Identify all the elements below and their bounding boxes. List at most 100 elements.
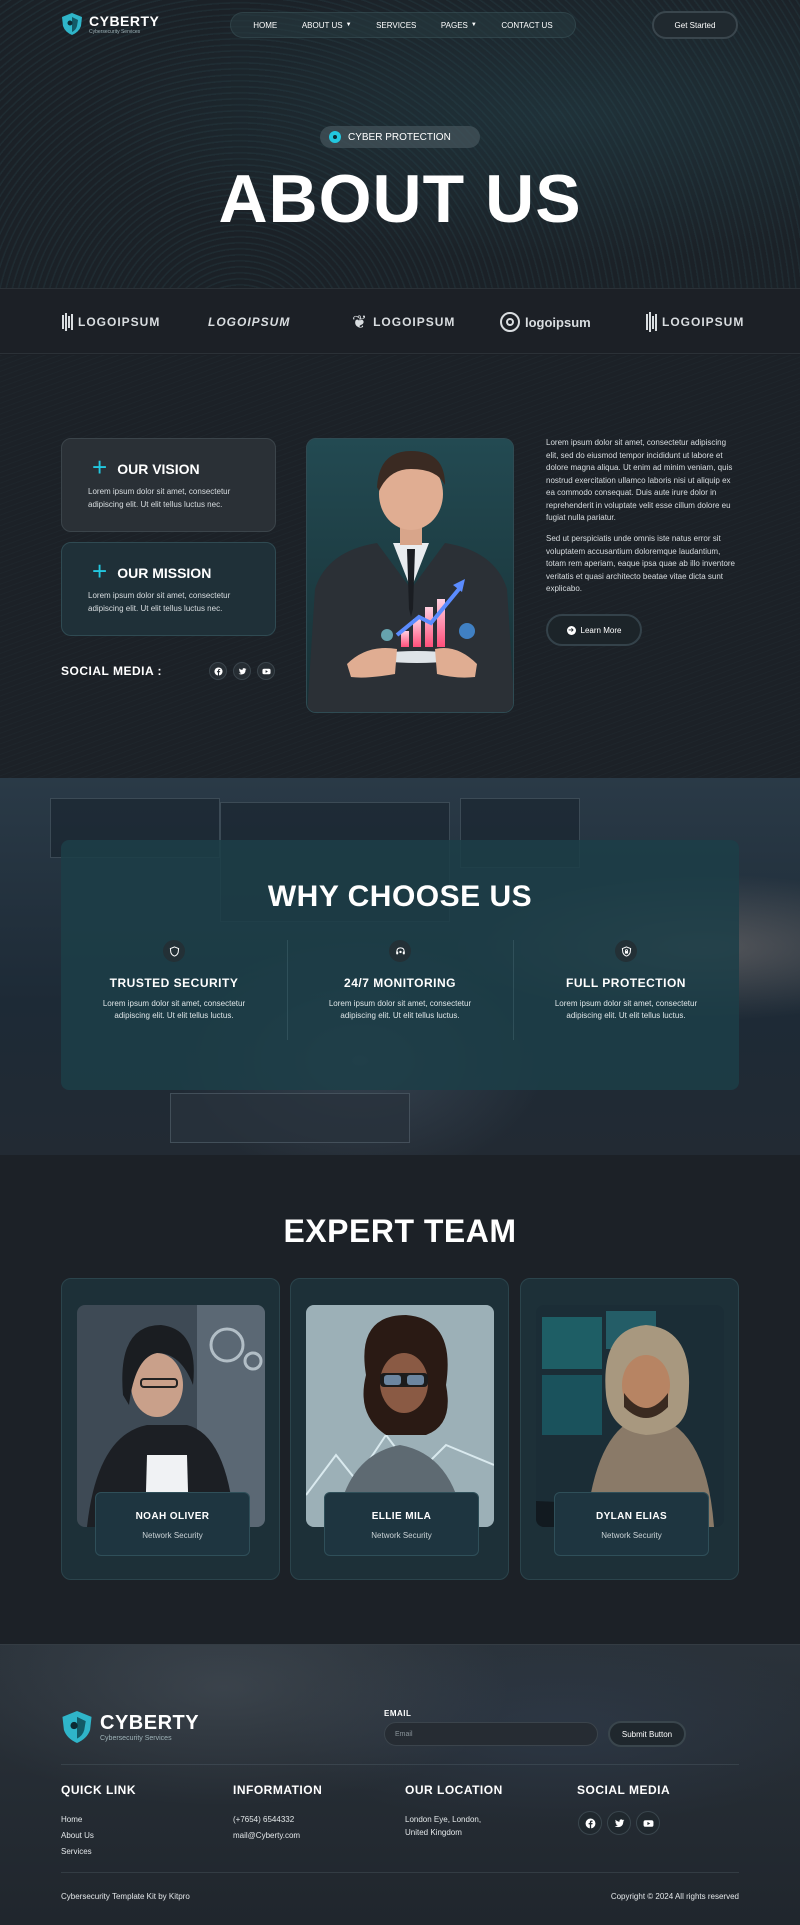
shield-logo-icon <box>62 1711 92 1743</box>
hero-badge-label: CYBER PROTECTION <box>348 131 451 143</box>
partner-logo-2: LOGOIPSUM <box>208 311 290 333</box>
feature-monitoring: 24/7 MONITORING Lorem ipsum dolor sit am… <box>287 940 513 1022</box>
twitter-icon <box>614 1818 624 1827</box>
email-input[interactable]: Email <box>384 1722 598 1746</box>
nav-services[interactable]: SERVICES <box>376 21 416 30</box>
why-panel: WHY CHOOSE US TRUSTED SECURITY Lorem ips… <box>61 840 739 1090</box>
feature-title: TRUSTED SECURITY <box>109 976 239 990</box>
footer-divider <box>61 1872 739 1873</box>
nav-about-us[interactable]: ABOUT US ▼ <box>302 21 352 30</box>
nav-services-label: SERVICES <box>376 20 417 30</box>
youtube-icon <box>643 1819 653 1827</box>
twitter-icon <box>238 667 247 674</box>
nav-pages[interactable]: PAGES ▼ <box>441 21 477 30</box>
shield-logo-icon <box>61 12 83 36</box>
hero-badge: CYBER PROTECTION <box>320 126 480 148</box>
plus-icon: + <box>92 556 108 586</box>
vision-body: Lorem ipsum dolor sit amet, consectetur … <box>88 487 231 509</box>
team-member-role: Network Security <box>142 1531 203 1540</box>
footer-link-services[interactable]: Services <box>61 1846 92 1858</box>
nav-home[interactable]: HOME <box>253 21 277 30</box>
youtube-icon <box>261 668 271 674</box>
team-title: EXPERT TEAM <box>283 1213 517 1249</box>
partner-logo-3: ❦ LOGOIPSUM <box>352 311 455 333</box>
headset-icon <box>389 940 411 962</box>
team-section: EXPERT TEAM NOAH OLIVER Network Security <box>0 1155 800 1644</box>
partner-logo-5-text: LOGOIPSUM <box>662 315 745 329</box>
brand-logo[interactable]: CYBERTY Cybersecurity Services <box>61 12 159 36</box>
partner-logos: LOGOIPSUM LOGOIPSUM ❦ LOGOIPSUM logoipsu… <box>0 288 800 354</box>
page-title: ABOUT US <box>218 161 582 237</box>
footer: CYBERTY Cybersecurity Services EMAIL Ema… <box>0 1644 800 1925</box>
vision-title: OUR VISION <box>117 460 200 477</box>
partner-logo-3-text: LOGOIPSUM <box>373 315 456 329</box>
facebook-icon <box>213 666 223 676</box>
footer-copyright: Copyright © 2024 All rights reserved <box>610 1892 739 1901</box>
email-label: EMAIL <box>384 1709 412 1718</box>
about-paragraph-1: Lorem ipsum dolor sit amet, consectetur … <box>546 438 733 522</box>
team-card-ellie[interactable]: ELLIE MILA Network Security <box>290 1278 509 1580</box>
team-card-noah[interactable]: NOAH OLIVER Network Security <box>61 1278 280 1580</box>
bars-icon <box>62 313 73 331</box>
team-info: DYLAN ELIAS Network Security <box>554 1492 709 1556</box>
brand-name: CYBERTY <box>89 12 160 29</box>
about-paragraph-2: Sed ut perspiciatis unde omnis iste natu… <box>546 534 735 593</box>
email-placeholder: Email <box>395 1730 413 1738</box>
team-card-dylan[interactable]: DYLAN ELIAS Network Security <box>520 1278 739 1580</box>
footer-facebook-link[interactable] <box>578 1811 602 1835</box>
about-image <box>306 438 514 713</box>
footer-link-home[interactable]: Home <box>61 1814 82 1826</box>
location-line-2: United Kingdom <box>405 1828 462 1837</box>
contact-email[interactable]: mail@Cyberty.com <box>233 1830 300 1842</box>
nav-about-label: ABOUT US <box>301 20 343 30</box>
partner-logo-5: LOGOIPSUM <box>646 311 744 333</box>
feature-title: FULL PROTECTION <box>566 976 686 990</box>
twitter-link[interactable] <box>233 662 251 680</box>
chevron-down-icon: ▼ <box>345 22 352 28</box>
quick-link-heading: QUICK LINK <box>61 1783 136 1797</box>
team-member-name: DYLAN ELIAS <box>595 1511 668 1522</box>
footer-link-about-us[interactable]: About Us <box>61 1830 94 1842</box>
team-member-role: Network Security <box>601 1531 662 1540</box>
submit-button[interactable]: Submit Button <box>608 1721 686 1747</box>
social-media-label: SOCIAL MEDIA : <box>61 664 163 678</box>
arrow-right-icon: ➜ <box>566 625 576 635</box>
footer-social-heading: SOCIAL MEDIA <box>577 1783 671 1797</box>
location-heading: OUR LOCATION <box>405 1783 503 1797</box>
partner-logo-1: LOGOIPSUM <box>62 311 160 333</box>
chevron-down-icon: ▼ <box>470 22 477 28</box>
nav-contact-us[interactable]: CONTACT US <box>501 21 552 30</box>
partner-logo-2-text: LOGOIPSUM <box>208 315 291 329</box>
ring-icon <box>500 312 520 332</box>
facebook-link[interactable] <box>209 662 227 680</box>
bars-icon <box>646 312 657 332</box>
footer-brand-name: CYBERTY <box>100 1711 200 1734</box>
main-nav: HOME ABOUT US ▼ SERVICES PAGES ▼ CONTACT U… <box>230 12 576 38</box>
why-choose-us-section: WHY CHOOSE US TRUSTED SECURITY Lorem ips… <box>0 778 800 1155</box>
feature-trusted-security: TRUSTED SECURITY Lorem ipsum dolor sit a… <box>61 940 287 1022</box>
learn-more-button[interactable]: ➜ Learn More <box>546 614 642 646</box>
feather-icon: ❦ <box>352 311 369 332</box>
get-started-button[interactable]: Get Started <box>652 11 738 39</box>
team-info: ELLIE MILA Network Security <box>324 1492 479 1556</box>
team-member-name: NOAH OLIVER <box>135 1511 210 1522</box>
nav-home-label: HOME <box>253 20 278 30</box>
target-icon <box>329 131 341 143</box>
team-info: NOAH OLIVER Network Security <box>95 1492 250 1556</box>
shield-icon <box>163 940 185 962</box>
feature-full-protection: FULL PROTECTION Lorem ipsum dolor sit am… <box>513 940 739 1022</box>
page: CYBERTY Cybersecurity Services HOME ABOU… <box>0 0 800 1925</box>
footer-credit: Cybersecurity Template Kit by Kitpro <box>61 1892 190 1901</box>
youtube-link[interactable] <box>257 662 275 680</box>
feature-title: 24/7 MONITORING <box>344 976 456 990</box>
partner-logo-4-text: logoipsum <box>525 314 591 330</box>
team-member-role: Network Security <box>371 1531 432 1540</box>
facebook-icon <box>585 1818 595 1828</box>
footer-logo[interactable]: CYBERTY Cybersecurity Services <box>61 1709 199 1745</box>
feature-body: Lorem ipsum dolor sit amet, consectetur … <box>554 999 698 1020</box>
footer-twitter-link[interactable] <box>607 1811 631 1835</box>
footer-youtube-link[interactable] <box>636 1811 660 1835</box>
mission-title: OUR MISSION <box>117 564 212 581</box>
footer-divider <box>61 1764 739 1765</box>
partner-logo-4: logoipsum <box>500 311 591 333</box>
